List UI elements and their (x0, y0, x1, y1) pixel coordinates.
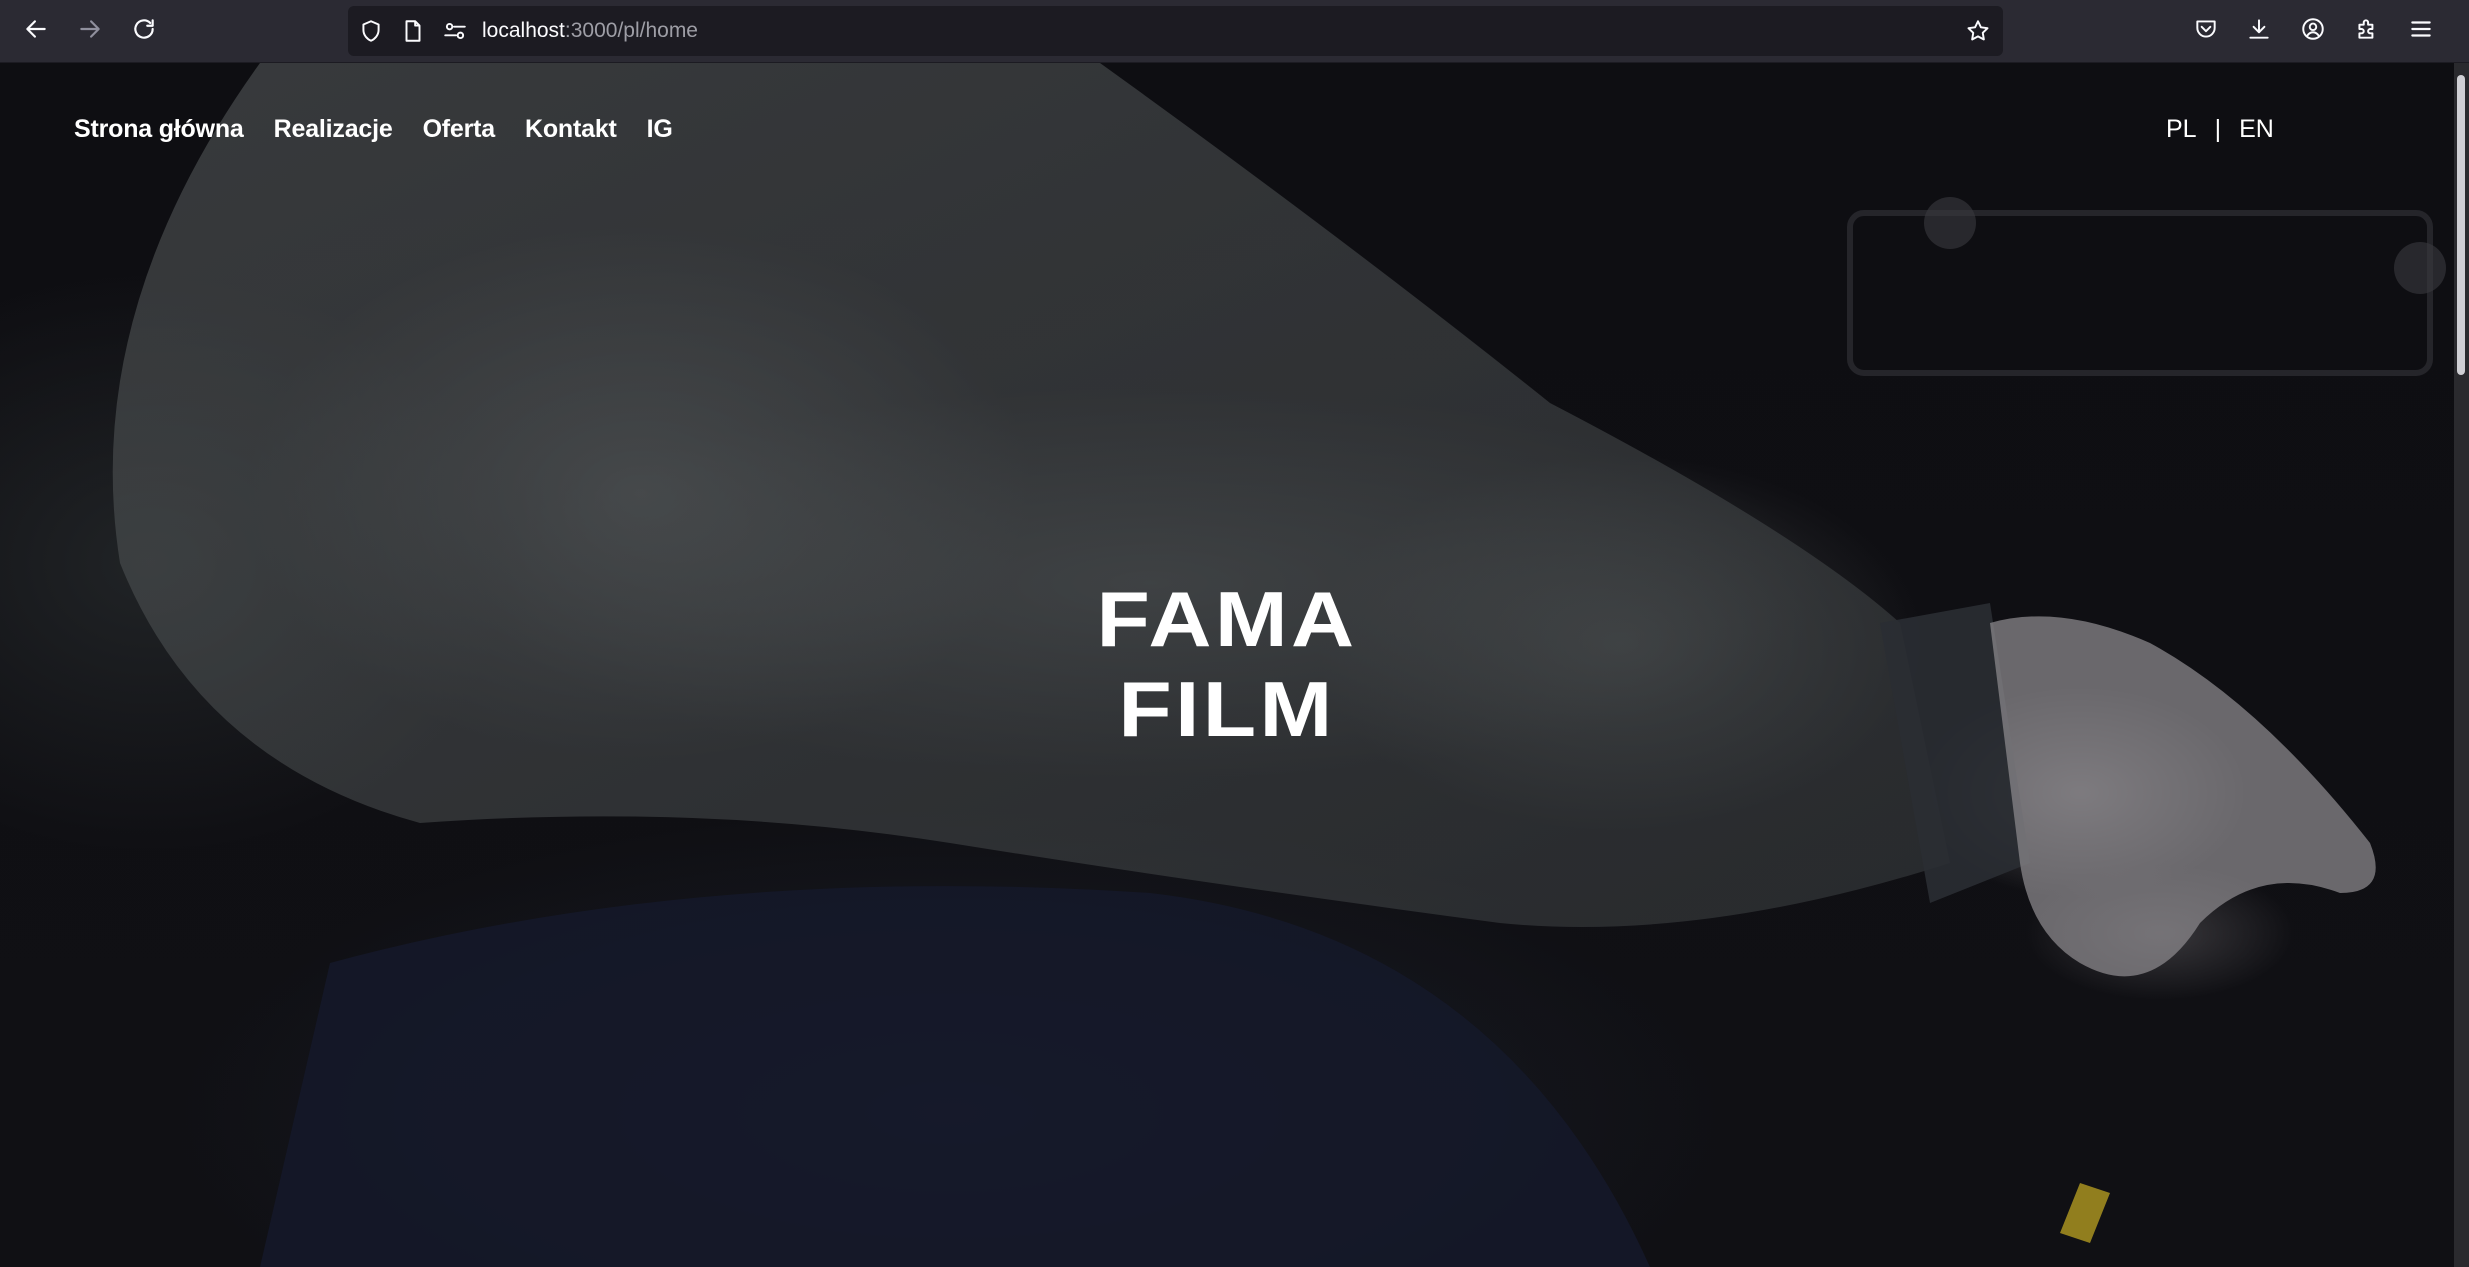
nav-link-home[interactable]: Strona główna (74, 115, 244, 144)
hamburger-menu-icon (2408, 16, 2434, 47)
permissions-icon[interactable] (442, 18, 468, 44)
reload-icon (131, 16, 157, 47)
page-viewport: Strona główna Realizacje Oferta Kontakt … (0, 63, 2454, 1267)
lang-separator: | (2214, 115, 2222, 143)
lang-en-link[interactable]: EN (2239, 115, 2274, 144)
menu-button[interactable] (2401, 11, 2441, 51)
downloads-button[interactable] (2239, 11, 2279, 51)
account-icon (2300, 16, 2326, 47)
star-icon[interactable] (1965, 18, 1991, 44)
page-icon[interactable] (400, 18, 426, 44)
url-host: localhost (482, 19, 565, 42)
browser-toolbar: localhost:3000/pl/home (0, 0, 2469, 63)
pocket-icon (2193, 16, 2219, 47)
hero-title-line-2: FILM (1118, 665, 1336, 753)
back-button[interactable] (16, 11, 56, 51)
scrollbar-thumb[interactable] (2457, 75, 2465, 375)
extensions-button[interactable] (2347, 11, 2387, 51)
pocket-button[interactable] (2186, 11, 2226, 51)
hero-title: FAMA FILM (0, 574, 2454, 754)
url-bar[interactable]: localhost:3000/pl/home (348, 6, 2003, 56)
nav-link-ig[interactable]: IG (647, 115, 673, 144)
url-path: :3000/pl/home (564, 19, 698, 42)
arrow-right-icon (77, 16, 103, 47)
arrow-left-icon (23, 16, 49, 47)
language-switcher: PL | EN (2166, 115, 2274, 144)
main-nav: Strona główna Realizacje Oferta Kontakt … (74, 115, 673, 144)
hero-title-line-1: FAMA (1096, 575, 1358, 663)
forward-button[interactable] (70, 11, 110, 51)
nav-link-kontakt[interactable]: Kontakt (525, 115, 617, 144)
account-button[interactable] (2293, 11, 2333, 51)
reload-button[interactable] (124, 11, 164, 51)
page-scrollbar[interactable] (2454, 63, 2469, 1267)
download-icon (2246, 16, 2272, 47)
puzzle-icon (2354, 16, 2380, 47)
lang-pl-link[interactable]: PL (2166, 115, 2197, 144)
nav-link-oferta[interactable]: Oferta (423, 115, 496, 144)
shield-icon[interactable] (358, 18, 384, 44)
url-text[interactable]: localhost:3000/pl/home (482, 18, 698, 44)
nav-link-realizacje[interactable]: Realizacje (274, 115, 393, 144)
